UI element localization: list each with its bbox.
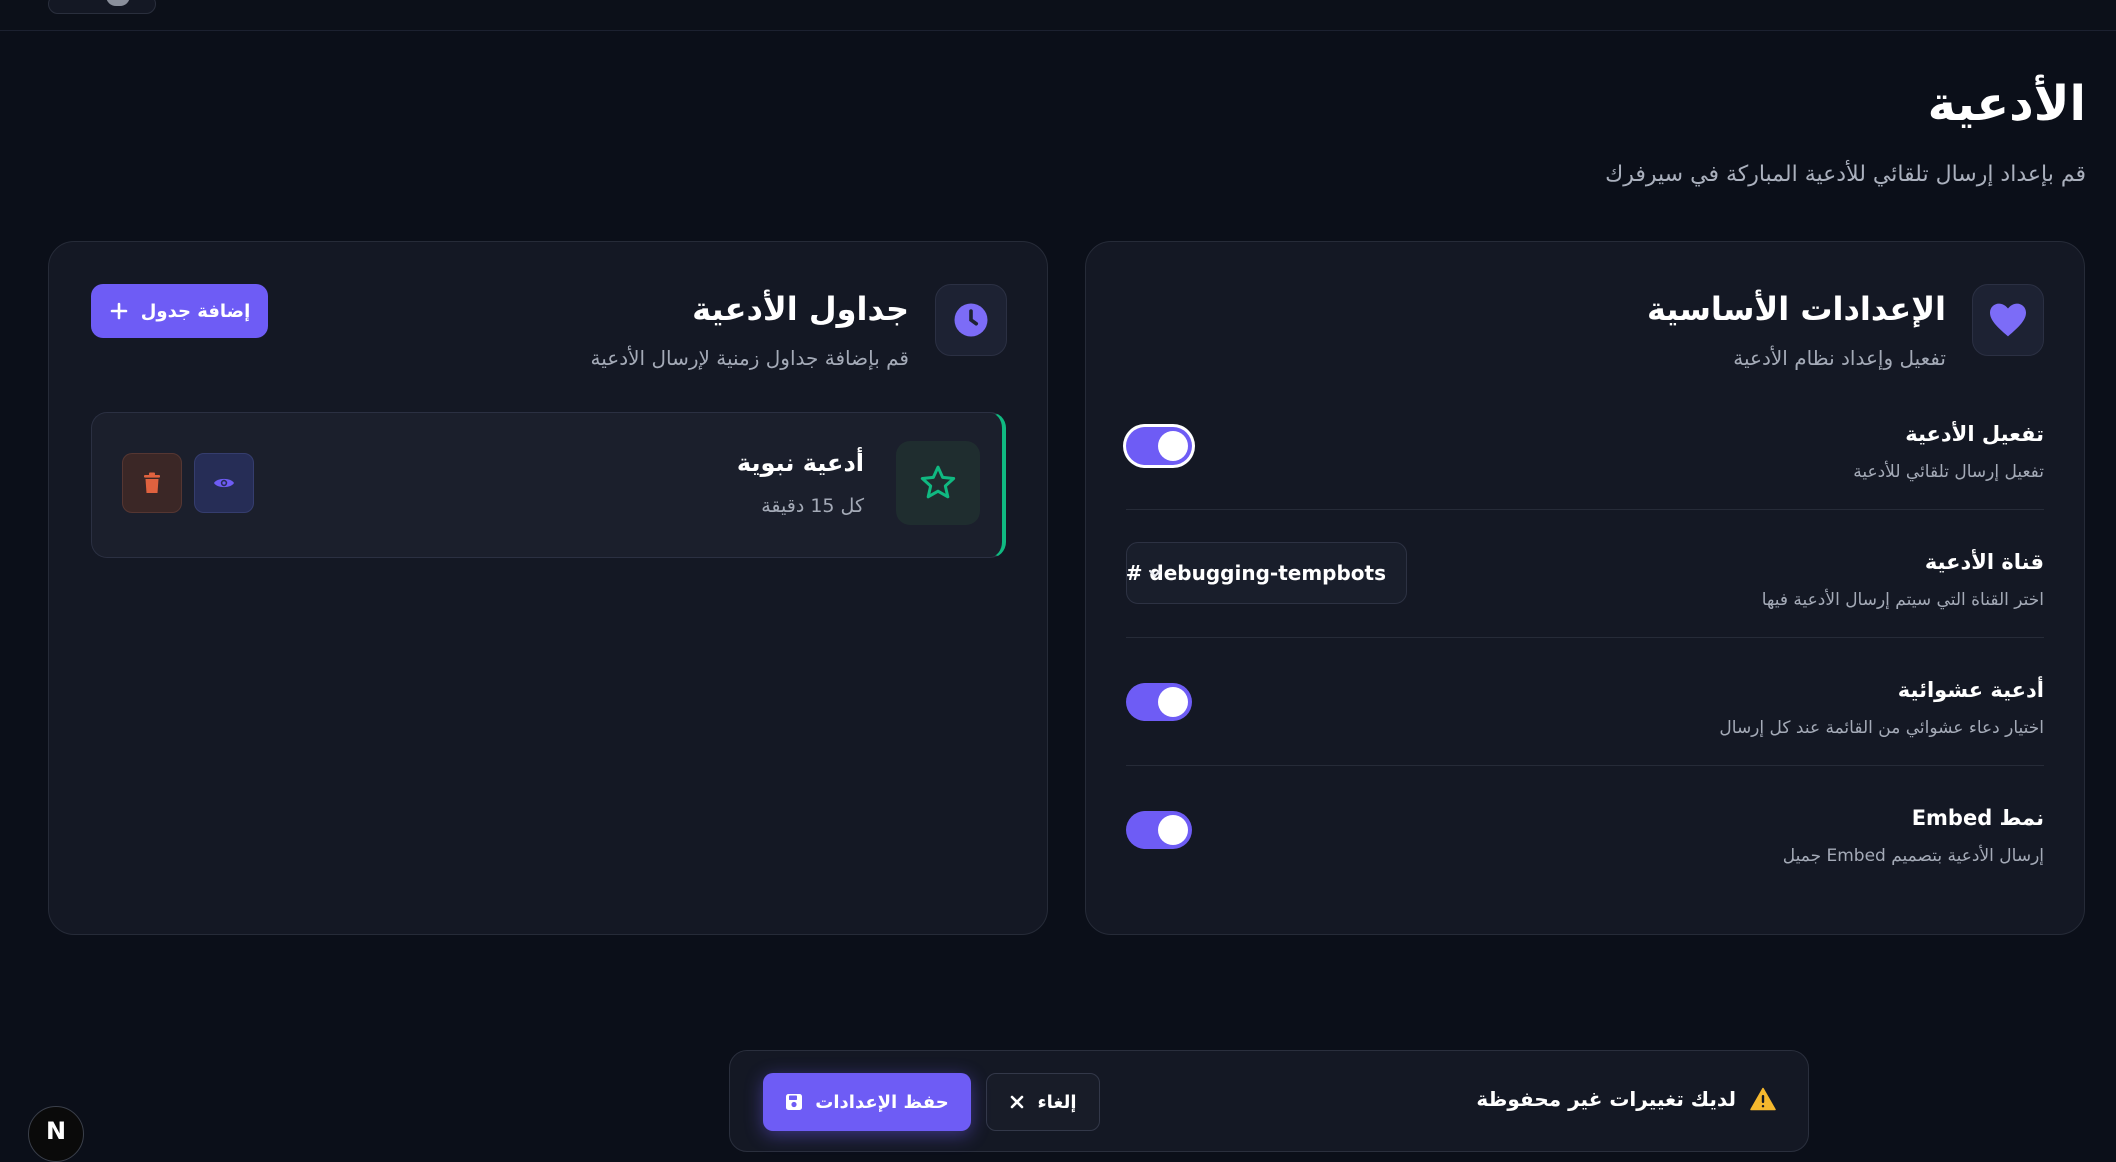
unsaved-warning-text: لديك تغييرات غير محفوظة [1476,1087,1736,1111]
schedule-interval: كل 15 دقيقة [761,495,864,517]
floppy-disk-icon [786,1094,803,1110]
add-schedule-button[interactable]: إضافة جدول [91,284,268,338]
enable-duas-toggle[interactable] [1126,427,1192,465]
setting-label: أدعية عشوائية [1897,678,2044,702]
cancel-label: إلغاء [1037,1091,1077,1113]
setting-label: قناة الأدعية [1924,550,2044,574]
star-icon [896,441,980,525]
delete-schedule-button[interactable] [122,453,182,513]
setting-row-channel: قناة الأدعية اختر القناة التي سيتم إرسال… [1126,510,2044,638]
setting-description: إرسال الأدعية بتصميم Embed جميل [1782,846,2044,866]
top-bar [0,0,2116,31]
add-schedule-label: إضافة جدول [140,300,251,322]
unsaved-changes-bar: لديك تغييرات غير محفوظة إلغاء حفظ الإعدا… [729,1050,1809,1152]
toggle-knob [1158,687,1188,717]
eye-icon [214,478,234,488]
warning-icon [1750,1087,1776,1111]
setting-description: تفعيل إرسال تلقائي للأدعية [1853,462,2044,482]
page-title: الأدعية [1927,76,2086,132]
schedule-title: أدعية نبوية [736,449,864,477]
schedules-subtitle: قم بإضافة جداول زمنية لإرسال الأدعية [590,346,909,370]
clock-icon [935,284,1007,356]
setting-row-embed: نمط Embed إرسال الأدعية بتصميم Embed جمي… [1126,766,2044,894]
random-duas-toggle[interactable] [1126,683,1192,721]
unsaved-warning: لديك تغييرات غير محفوظة [1476,1087,1776,1111]
setting-label: تفعيل الأدعية [1905,422,2044,446]
embed-style-toggle[interactable] [1126,811,1192,849]
channel-select[interactable]: # debugging-tempbots [1126,542,1407,604]
toggle-knob [1158,815,1188,845]
trash-icon [144,472,160,493]
channel-select-value: # debugging-tempbots [1125,561,1386,585]
schedules-title: جداول الأدعية [692,290,909,328]
view-schedule-button[interactable] [194,453,254,513]
setting-row-enable-duas: تفعيل الأدعية تفعيل إرسال تلقائي للأدعية [1126,382,2044,510]
basic-settings-subtitle: تفعيل وإعداد نظام الأدعية [1733,346,1946,370]
chevron-down-icon [1148,569,1162,578]
plus-icon [110,302,128,320]
toggle-knob [1158,431,1188,461]
close-icon [1011,1095,1024,1109]
basic-settings-title: الإعدادات الأساسية [1646,290,1946,328]
schedule-item: أدعية نبوية كل 15 دقيقة [91,412,1006,558]
heart-icon [1972,284,2044,356]
setting-label: نمط Embed [1911,806,2044,830]
setting-description: اختيار دعاء عشوائي من القائمة عند كل إرس… [1719,718,2044,738]
schedules-card: جداول الأدعية قم بإضافة جداول زمنية لإرس… [48,241,1048,935]
framework-badge[interactable]: N [28,1106,84,1162]
save-label: حفظ الإعدادات [815,1091,949,1113]
basic-settings-card: الإعدادات الأساسية تفعيل وإعداد نظام الأ… [1085,241,2085,935]
cancel-button[interactable]: إلغاء [986,1073,1100,1131]
setting-row-random-duas: أدعية عشوائية اختيار دعاء عشوائي من القا… [1126,638,2044,766]
setting-description: اختر القناة التي سيتم إرسال الأدعية فيها [1761,590,2044,610]
page-subtitle: قم بإعداد إرسال تلقائي للأدعية المباركة … [1605,162,2086,187]
save-settings-button[interactable]: حفظ الإعدادات [763,1073,971,1131]
user-menu[interactable] [48,0,156,14]
